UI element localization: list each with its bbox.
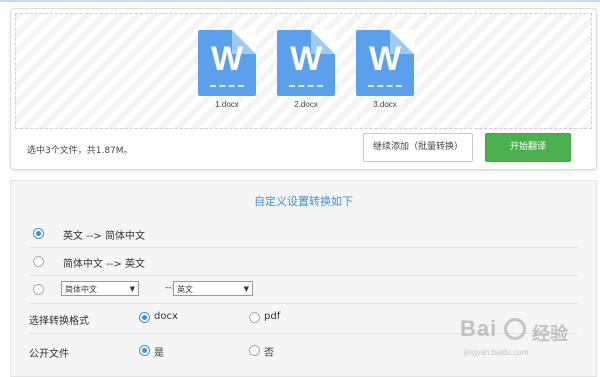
format-label: 选择转换格式 (29, 316, 89, 327)
option-zh-to-en[interactable]: 简体中文 --> 英文 (29, 247, 577, 276)
radio-en-to-zh[interactable] (33, 228, 44, 239)
paw-icon (504, 318, 526, 340)
target-language-select[interactable]: 英文 ▼ (173, 281, 253, 296)
pdf-label: pdf (264, 311, 281, 322)
yes-label: 是 (154, 348, 164, 359)
file-item[interactable]: W 3.docx (355, 30, 415, 109)
file-item[interactable]: W 1.docx (197, 30, 257, 109)
file-drop-zone[interactable]: W 1.docx W 2.docx W 3.docx (15, 13, 592, 129)
word-doc-icon: W (198, 30, 256, 96)
option-custom[interactable]: 简体中文 ▼ --> 英文 ▼ (29, 275, 577, 304)
option-label: 英文 --> 简体中文 (63, 231, 145, 242)
baidu-jingyan-watermark: Bai 经验 jingyan.baidu.com (460, 316, 568, 357)
radio-public-no[interactable] (249, 345, 260, 356)
radio-zh-to-en[interactable] (33, 256, 44, 267)
radio-custom[interactable] (33, 284, 44, 295)
file-name: 2.docx (294, 100, 318, 109)
radio-docx[interactable] (139, 312, 150, 323)
option-en-to-zh[interactable]: 英文 --> 简体中文 (29, 219, 577, 248)
selection-status: 选中3个文件，共1.87M。 (27, 146, 133, 156)
start-translate-button[interactable]: 开始翻译 (485, 133, 571, 162)
radio-pdf[interactable] (249, 312, 260, 323)
chevron-down-icon: ▼ (243, 285, 249, 293)
file-name: 1.docx (215, 100, 239, 109)
file-name: 3.docx (373, 100, 397, 109)
chevron-down-icon: ▼ (129, 285, 135, 293)
upload-panel: W 1.docx W 2.docx W 3.docx 选中3个文件，共1.87M… (10, 8, 597, 170)
option-label: 简体中文 --> 英文 (63, 259, 145, 270)
no-label: 否 (264, 348, 274, 359)
radio-public-yes[interactable] (139, 345, 150, 356)
word-doc-icon: W (356, 30, 414, 96)
word-doc-icon: W (277, 30, 335, 96)
top-border (0, 0, 600, 2)
source-language-select[interactable]: 简体中文 ▼ (61, 281, 139, 296)
settings-title: 自定义设置转换如下 (254, 195, 353, 208)
public-label: 公开文件 (29, 349, 69, 360)
continue-add-button[interactable]: 继续添加（批量转换） (363, 133, 473, 162)
docx-label: docx (154, 311, 178, 322)
file-item[interactable]: W 2.docx (276, 30, 336, 109)
